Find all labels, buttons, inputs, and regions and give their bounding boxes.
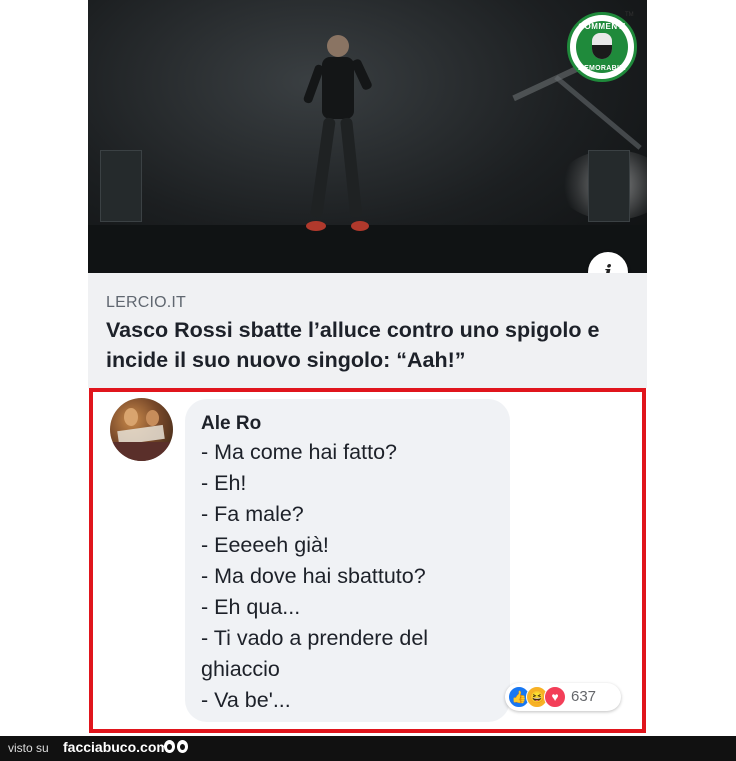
link-domain: LERCIO.IT <box>106 294 187 311</box>
comment-line: - Ma dove hai sbattuto? <box>201 564 426 588</box>
link-preview-card[interactable]: LERCIO.IT Vasco Rossi sbatte l’alluce co… <box>88 273 647 388</box>
site-logo-text: facciabuco.com <box>63 739 169 755</box>
comment-line: - Va be'... <box>201 688 291 712</box>
eyes-icon <box>163 739 191 757</box>
stage-speaker <box>588 150 630 222</box>
comment-line: - Ma come hai fatto? <box>201 440 397 464</box>
logo-top-text: COMMENTI <box>578 22 626 31</box>
logo-bottom-text: MEMORABILI <box>577 65 627 72</box>
reaction-count: 637 <box>571 688 597 705</box>
comment-line: - Eh! <box>201 471 247 495</box>
stage-truss <box>554 75 642 150</box>
trademark-mark: TM <box>625 12 634 18</box>
love-icon: ♥ <box>544 686 566 708</box>
stage-speaker <box>100 150 142 222</box>
link-headline[interactable]: Vasco Rossi sbatte l’alluce contro uno s… <box>106 315 641 375</box>
visto-su-label: visto su <box>8 741 49 755</box>
post-photo <box>88 0 647 273</box>
singer-figure <box>303 35 372 231</box>
comment-line: - Fa male? <box>201 502 304 526</box>
comment-line: - Eeeeeh già! <box>201 533 329 557</box>
comment-author[interactable]: Ale Ro <box>201 413 261 435</box>
comment-text: - Ma come hai fatto? - Eh! - Fa male? - … <box>201 437 501 716</box>
commenti-memorabili-logo: COMMENTI MEMORABILI <box>567 12 637 82</box>
comment-line: - Eh qua... <box>201 595 301 619</box>
comment-line: - Ti vado a prendere del <box>201 626 429 650</box>
watermark-bar: visto su facciabuco.com <box>0 736 736 761</box>
comment-line: ghiaccio <box>201 657 280 681</box>
reactions-summary[interactable]: 👍 😆 ♥ 637 <box>505 683 621 711</box>
comment-bubble: Ale Ro - Ma come hai fatto? - Eh! - Fa m… <box>185 399 510 722</box>
avatar[interactable] <box>110 398 173 461</box>
